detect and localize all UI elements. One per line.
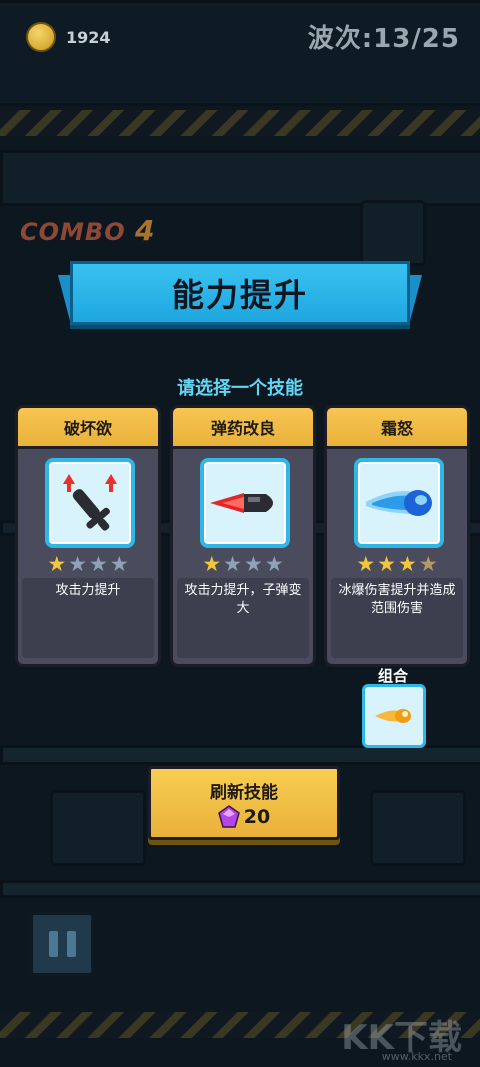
sword-upgrade-icon [45, 458, 135, 548]
star-icon: ★ [418, 552, 438, 576]
pause-icon [48, 931, 58, 957]
star-rating: ★ ★ ★ ★ [18, 552, 158, 576]
skill-card-2[interactable]: 弹药改良 ★ ★ ★ ★ 攻击力提升，子弹变大 [170, 405, 316, 667]
star-icon: ★ [47, 552, 67, 576]
skill-card-title: 霜怒 [327, 408, 467, 449]
purple-gem-icon [217, 804, 240, 828]
pause-button[interactable] [30, 912, 94, 976]
star-icon: ★ [202, 552, 222, 576]
coin-counter: 1924 [26, 22, 111, 52]
combo-count: 4 [134, 214, 156, 247]
skill-description: 攻击力提升 [22, 578, 154, 658]
coin-icon [26, 22, 56, 52]
star-icon: ★ [356, 552, 376, 576]
refresh-cost-amount: 20 [243, 805, 271, 828]
skill-description: 攻击力提升，子弹变大 [177, 578, 309, 658]
refresh-label: 刷新技能 [210, 782, 278, 803]
bullet-icon [200, 458, 290, 548]
skill-card-3[interactable]: 霜怒 ★ ★ ★ ★ 冰爆伤害提升并造成范围伤害 [324, 405, 470, 667]
skill-description: 冰爆伤害提升并造成范围伤害 [331, 578, 463, 658]
skill-card-title: 弹药改良 [173, 408, 313, 449]
star-icon: ★ [264, 552, 284, 576]
star-rating: ★ ★ ★ ★ [327, 552, 467, 576]
star-icon: ★ [89, 552, 108, 576]
combo-indicator: COMBO 4 [20, 214, 155, 247]
ice-blast-icon [354, 458, 444, 548]
upgrade-banner: 能力提升 [58, 261, 422, 325]
star-icon: ★ [244, 552, 263, 576]
fire-bullet-icon[interactable] [362, 684, 426, 748]
star-icon: ★ [68, 552, 87, 576]
star-icon: ★ [109, 552, 129, 576]
skill-card-title: 破坏欲 [18, 408, 158, 449]
wave-indicator: 波次:13/25 [307, 24, 460, 54]
coin-count: 1924 [66, 27, 111, 47]
refresh-cost: 20 [217, 804, 271, 829]
watermark-url: www.kkx.net [381, 1050, 452, 1063]
star-icon: ★ [377, 552, 396, 576]
star-rating: ★ ★ ★ ★ [173, 552, 313, 576]
refresh-skills-button[interactable]: 刷新技能 20 [148, 766, 340, 840]
choose-skill-prompt: 请选择一个技能 [177, 378, 303, 399]
star-icon: ★ [223, 552, 242, 576]
skill-card-1[interactable]: 破坏欲 ★ ★ ★ ★ 攻击力提升 [15, 405, 161, 667]
combo-slot-label: 组合 [378, 667, 409, 685]
banner-title: 能力提升 [70, 261, 410, 325]
combo-label: COMBO [20, 218, 126, 246]
star-icon: ★ [398, 552, 417, 576]
